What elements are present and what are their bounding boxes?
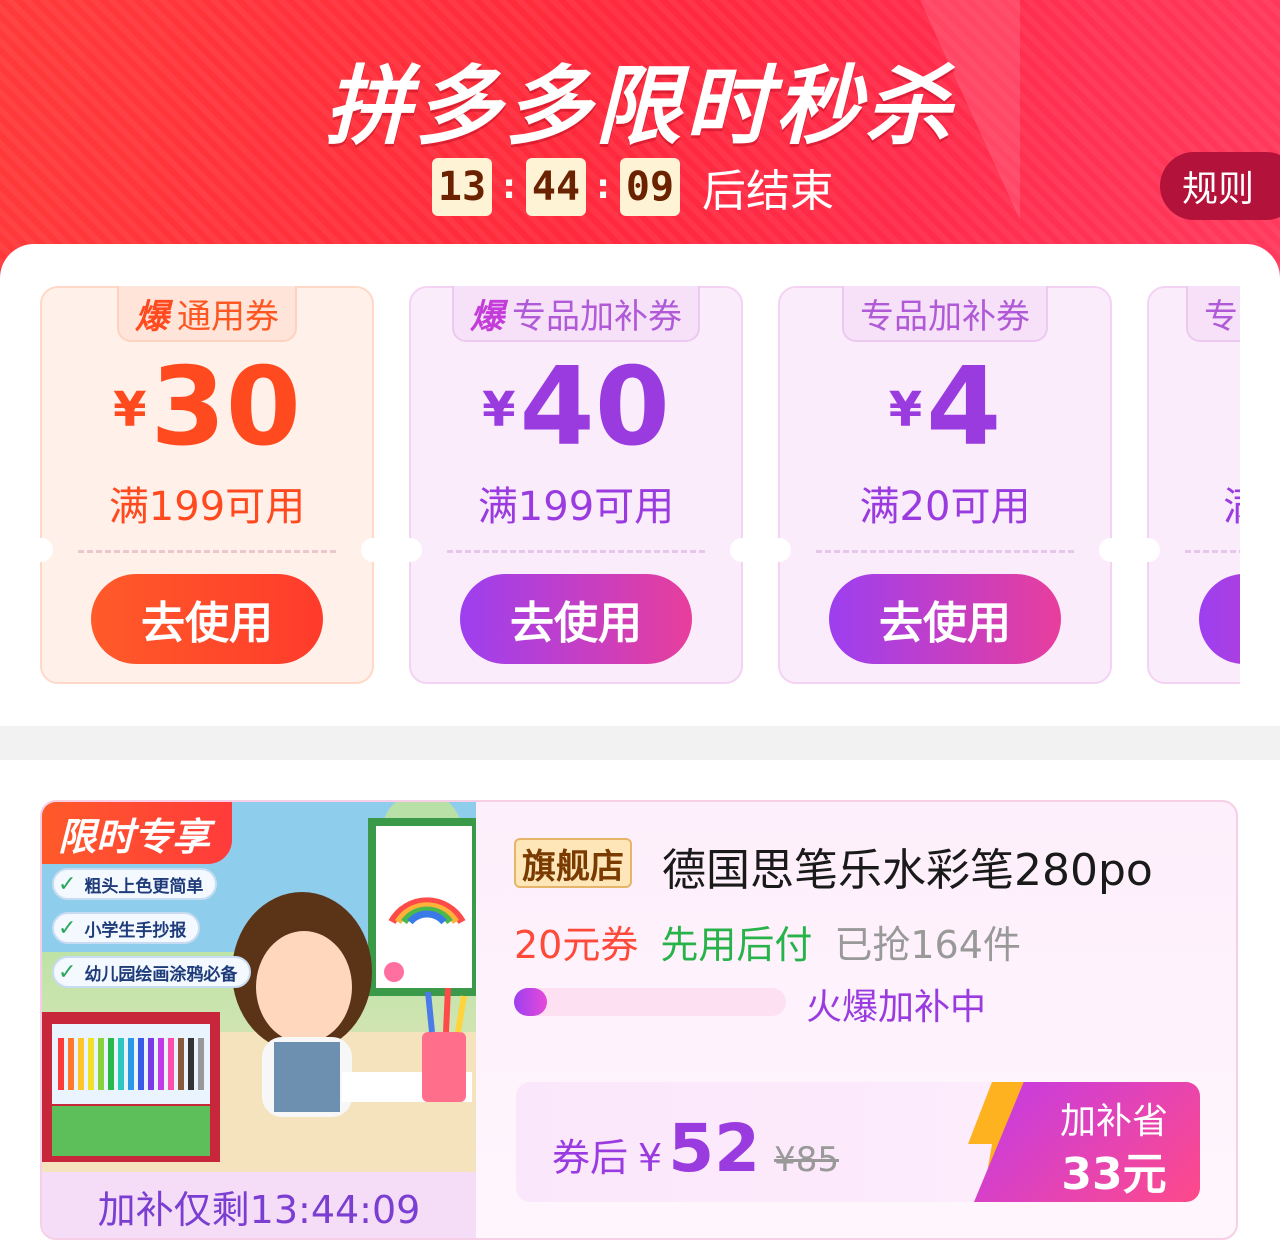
countdown-separator: : xyxy=(596,167,610,207)
feature-tag-label: 幼儿园绘画涂鸦必备 xyxy=(84,964,238,985)
rules-button[interactable]: 规则 xyxy=(1160,152,1280,220)
coupon-divider xyxy=(816,550,1074,553)
coupon-divider xyxy=(1185,550,1240,553)
countdown-timer: 13 : 44 : 09 后结束 xyxy=(432,158,834,217)
subsidy-timer: 加补仅剩13:44:09 xyxy=(42,1172,476,1238)
coupon-condition: 满 xyxy=(1223,474,1240,532)
hot-icon: 爆 xyxy=(470,296,504,337)
coupon-card[interactable]: 专品加补券 ¥4 满20可用 去使用 xyxy=(767,286,1123,684)
use-coupon-button[interactable]: 去使用 xyxy=(460,574,692,664)
check-icon: ✓ xyxy=(58,959,77,985)
coupon-notch xyxy=(1136,538,1160,562)
feature-tag: ✓ 粗头上色更简单 xyxy=(52,868,218,900)
coupon-label: 20元券 xyxy=(514,923,639,967)
product-meta: 20元券 先用后付 已抢164件 xyxy=(514,914,1021,969)
coupon-condition: 满20可用 xyxy=(859,484,1031,530)
countdown-separator: : xyxy=(502,167,516,207)
coupon-tag: 爆通用券 xyxy=(117,286,297,342)
coupon-divider xyxy=(447,550,705,553)
product-info: 旗舰店 德国思笔乐水彩笔280po 20元券 先用后付 已抢164件 火爆加补中 券… xyxy=(476,802,1236,1238)
coupon-value: 40 xyxy=(519,345,670,470)
price-after-coupon: 券后 ¥52 ¥85 xyxy=(552,1110,839,1187)
save-amount: 33元 xyxy=(1061,1149,1167,1200)
coupon-list[interactable]: 爆通用券 ¥30 满199可用 去使用 爆专品加补券 ¥40 满199可用 去使… xyxy=(40,286,1240,686)
coupon-notch xyxy=(361,538,385,562)
countdown-suffix: 后结束 xyxy=(702,166,834,217)
coupon-tag: 专 xyxy=(1186,286,1240,342)
coupon-notch xyxy=(730,538,754,562)
feature-tag-label: 小学生手抄报 xyxy=(84,920,187,941)
coupon-tag-label: 专品加补券 xyxy=(860,296,1030,337)
coupon-value: 4 xyxy=(926,345,1002,470)
sales-progress-fill xyxy=(514,988,547,1016)
coupon-panel: 爆通用券 ¥30 满199可用 去使用 爆专品加补券 ¥40 满199可用 去使… xyxy=(0,244,1280,726)
pay-later-label: 先用后付 xyxy=(660,923,813,967)
countdown-seconds: 09 xyxy=(620,158,680,216)
check-icon: ✓ xyxy=(58,915,77,941)
save-label: 加补省 xyxy=(1059,1101,1168,1142)
product-section: 限时专享 ✓ 粗头上色更简单 ✓ 小学生手抄报 ✓ 幼儿园绘画涂鸦必备 加补仅剩13:… xyxy=(0,760,1280,1254)
coupon-tag-label: 通用券 xyxy=(177,296,279,337)
coupon-tag: 专品加补券 xyxy=(842,286,1048,342)
use-coupon-button[interactable]: 去使用 xyxy=(829,574,1061,664)
coupon-card[interactable]: 爆专品加补券 ¥40 满199可用 去使用 xyxy=(398,286,754,684)
coupon-amount: ¥40 xyxy=(411,354,741,462)
flash-sale-page: 拼多多限时秒杀 13 : 44 : 09 后结束 规则 爆通用券 ¥30 满19… xyxy=(0,0,1280,1254)
coupon-value: 30 xyxy=(150,345,301,470)
coupon-divider xyxy=(78,550,336,553)
limited-ribbon: 限时专享 xyxy=(42,802,233,864)
coupon-notch xyxy=(40,538,53,562)
feature-tag-label: 粗头上色更简单 xyxy=(84,876,204,897)
currency-symbol: ¥ xyxy=(482,382,516,438)
coupon-condition: 满199可用 xyxy=(108,484,306,530)
coupon-amount: ¥30 xyxy=(42,354,372,462)
store-badge: 旗舰店 xyxy=(514,838,632,888)
section-gap xyxy=(0,726,1280,760)
price-prefix: 券后 xyxy=(552,1136,629,1180)
hot-subsidy-label: 火爆加补中 xyxy=(806,987,987,1028)
coupon-card-partial[interactable]: 专 满 xyxy=(1136,286,1240,684)
currency-symbol: ¥ xyxy=(638,1136,663,1180)
countdown-hours: 13 xyxy=(432,158,492,216)
feature-tag: ✓ 幼儿园绘画涂鸦必备 xyxy=(52,956,252,988)
coupon-notch xyxy=(1099,538,1123,562)
coupon-notch xyxy=(398,538,422,562)
page-title: 拼多多限时秒杀 xyxy=(325,57,955,157)
sales-progress-bar xyxy=(514,988,786,1016)
product-name[interactable]: 德国思笔乐水彩笔280po xyxy=(662,834,1153,898)
coupon-tag-label: 专品加补券 xyxy=(512,296,682,337)
product-card[interactable]: 限时专享 ✓ 粗头上色更简单 ✓ 小学生手抄报 ✓ 幼儿园绘画涂鸦必备 加补仅剩13:… xyxy=(40,800,1238,1240)
price-box[interactable]: 券后 ¥52 ¥85 加补省 33元 xyxy=(516,1082,1200,1202)
check-icon: ✓ xyxy=(58,871,77,897)
use-coupon-button[interactable]: 去使用 xyxy=(91,574,323,664)
coupon-card[interactable]: 爆通用券 ¥30 满199可用 去使用 xyxy=(40,286,385,684)
hot-icon: 爆 xyxy=(135,296,169,337)
sold-count: 已抢164件 xyxy=(834,923,1021,967)
countdown-minutes: 44 xyxy=(526,158,586,216)
coupon-amount: ¥4 xyxy=(780,354,1110,462)
coupon-notch xyxy=(767,538,791,562)
final-price: 52 xyxy=(668,1110,761,1187)
coupon-tag: 爆专品加补券 xyxy=(452,286,700,342)
feature-tag: ✓ 小学生手抄报 xyxy=(52,912,201,944)
coupon-condition: 满199可用 xyxy=(477,484,675,530)
currency-symbol: ¥ xyxy=(888,382,923,438)
currency-symbol: ¥ xyxy=(113,382,147,438)
product-image[interactable]: 限时专享 ✓ 粗头上色更简单 ✓ 小学生手抄报 ✓ 幼儿园绘画涂鸦必备 xyxy=(42,802,476,1172)
use-coupon-button[interactable] xyxy=(1199,574,1240,664)
coupon-tag-label: 专 xyxy=(1204,296,1238,337)
original-price: ¥85 xyxy=(774,1140,839,1180)
